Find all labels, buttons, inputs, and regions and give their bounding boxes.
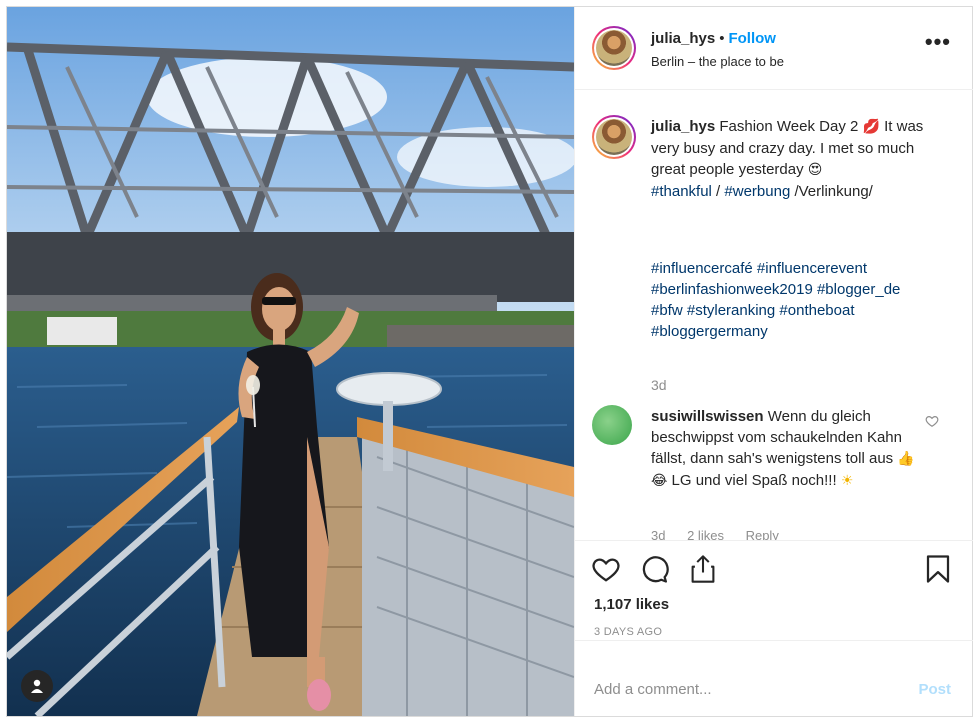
location-link[interactable]: Berlin – the place to be — [651, 54, 784, 69]
sun-emoji: ☀ — [840, 473, 854, 489]
add-comment-bar: Add a comment... Post — [575, 640, 973, 717]
comment-like-heart-icon[interactable] — [925, 414, 939, 433]
hashtag-thankful[interactable]: #thankful — [651, 183, 712, 200]
heart-icon[interactable] — [591, 554, 621, 589]
comment: susiwillswissen Wenn du gleich beschwipp… — [651, 406, 921, 492]
hashtag[interactable]: #influencercafé — [651, 260, 753, 277]
author-avatar[interactable] — [592, 26, 636, 70]
comment-text-2: LG und viel Spaß noch!!! — [671, 472, 837, 489]
hashtag[interactable]: #influencerevent — [757, 260, 867, 277]
comment-likes[interactable]: 2 likes — [687, 528, 724, 540]
kiss-emoji: 💋 — [862, 119, 880, 135]
post-card: julia_hys • Follow Berlin – the place to b… — [6, 6, 973, 717]
caption-slash: / — [711, 183, 725, 200]
hashtag[interactable]: #berlinfashionweek2019 — [651, 281, 813, 298]
more-options-icon[interactable]: ••• — [925, 31, 951, 53]
caption: julia_hys Fashion Week Day 2 💋 It was ve… — [651, 116, 946, 342]
post-date[interactable]: 3 DAYS AGO — [594, 626, 662, 638]
caption-username[interactable]: julia_hys — [651, 118, 715, 135]
post-photo[interactable] — [7, 7, 574, 716]
separator-dot: • — [719, 30, 725, 47]
hashtag-werbung[interactable]: #werbung — [724, 183, 790, 200]
follow-button[interactable]: Follow — [728, 30, 776, 47]
caption-text-1: Fashion Week Day 2 — [719, 118, 859, 135]
comments-area: julia_hys Fashion Week Day 2 💋 It was ve… — [575, 90, 973, 540]
header-line: julia_hys • Follow — [651, 30, 776, 47]
hashtag[interactable]: #styleranking — [687, 302, 775, 319]
post-sidebar: julia_hys • Follow Berlin – the place to b… — [574, 7, 973, 716]
heart-eyes-emoji: 😍 — [807, 162, 823, 178]
hashtag[interactable]: #bloggergermany — [651, 323, 768, 340]
comment-input[interactable]: Add a comment... — [594, 681, 894, 698]
commenter-username[interactable]: susiwillswissen — [651, 408, 764, 425]
reply-button[interactable]: Reply — [746, 528, 779, 540]
hashtag-list: #influencercafé #influencerevent #berlin… — [651, 258, 946, 342]
comment-meta: 3d 2 likes Reply — [651, 528, 797, 540]
caption-time[interactable]: 3d — [651, 377, 667, 393]
likes-count[interactable]: 1,107 likes — [594, 596, 669, 613]
commenter-avatar[interactable] — [592, 405, 632, 445]
hashtag[interactable]: #bfw — [651, 302, 683, 319]
post-comment-button[interactable]: Post — [918, 681, 951, 698]
hashtag[interactable]: #blogger_de — [817, 281, 900, 298]
share-icon[interactable] — [689, 554, 717, 589]
post-header: julia_hys • Follow Berlin – the place to b… — [575, 7, 973, 90]
hashtag[interactable]: #ontheboat — [779, 302, 854, 319]
user-tag-icon[interactable] — [21, 670, 53, 702]
comment-bubble-icon[interactable] — [639, 554, 669, 589]
caption-avatar[interactable] — [592, 115, 636, 159]
bookmark-icon[interactable] — [925, 554, 951, 589]
author-username[interactable]: julia_hys — [651, 30, 715, 47]
caption-verlinkung: /Verlinkung/ — [790, 183, 873, 200]
comment-time: 3d — [651, 528, 666, 540]
